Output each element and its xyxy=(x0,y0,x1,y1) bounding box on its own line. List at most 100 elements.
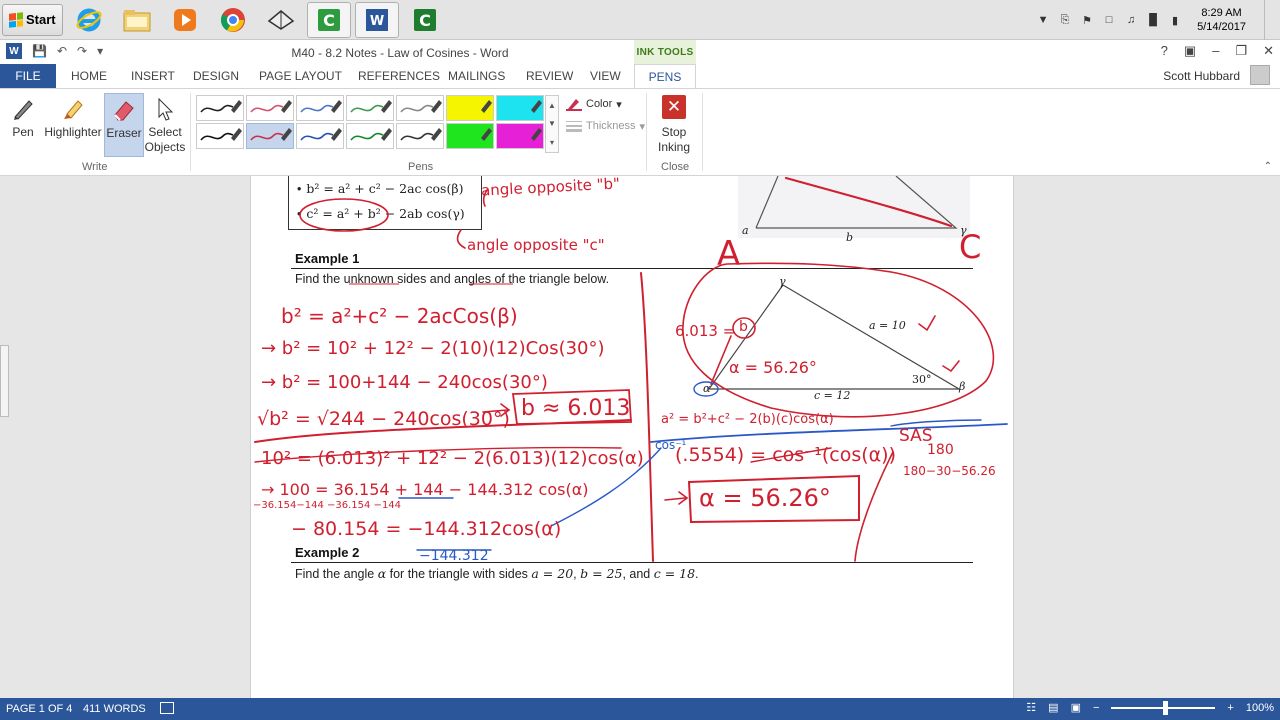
zoom-level[interactable]: 100% xyxy=(1246,702,1274,714)
clipboard-icon[interactable]: ⎘ xyxy=(1057,13,1073,27)
show-desktop-button[interactable] xyxy=(1264,0,1272,40)
pens-group-label: Pens xyxy=(408,161,434,173)
tab-view[interactable]: VIEW xyxy=(590,69,621,83)
word-count[interactable]: 411 WORDS xyxy=(83,703,146,715)
ribbon: Pen Highlighter Eraser Select Objects Wr… xyxy=(0,88,1280,176)
view-controls: ☷ ▤ ▣ − + 100% xyxy=(1026,700,1274,715)
label-b: b xyxy=(846,231,854,244)
example1-rule xyxy=(291,268,973,269)
formula-box: • b² = a² + c² − 2ac cos(β) • c² = a² + b²… xyxy=(288,176,482,230)
highlighter-icon xyxy=(44,93,102,125)
windows-taskbar: Start C W C ▼ ⎘ ⚑ □ ♫ █ ▮ 8:29 AM 5/14/2… xyxy=(0,0,1280,40)
stop-inking-button[interactable]: ✕ Stop Inking xyxy=(652,95,696,155)
eraser-icon xyxy=(105,94,143,126)
tab-design[interactable]: DESIGN xyxy=(193,69,239,83)
word-icon[interactable]: W xyxy=(354,1,399,38)
pen-swatch[interactable] xyxy=(246,95,294,121)
gallery-scroll[interactable]: ▲ ▼ ▾ xyxy=(545,95,559,153)
ink-slash xyxy=(854,451,894,562)
tab-mailings[interactable]: MAILINGS xyxy=(448,69,505,83)
zoom-out-button[interactable]: − xyxy=(1093,702,1099,714)
tab-pens[interactable]: PENS xyxy=(634,64,696,89)
thickness-dropdown[interactable]: Thickness ▾ xyxy=(566,119,645,133)
pen-swatch[interactable] xyxy=(196,95,244,121)
restore-button[interactable]: ❐ xyxy=(1235,43,1247,59)
web-layout-icon[interactable]: ▣ xyxy=(1071,701,1081,714)
example2-text: Find the angle α for the triangle with s… xyxy=(295,566,699,581)
tab-page-layout[interactable]: PAGE LAYOUT xyxy=(259,69,342,83)
ex2-alpha: α xyxy=(377,566,387,581)
gallery-up-icon[interactable]: ▲ xyxy=(548,101,556,110)
action-center-icon[interactable]: ⚑ xyxy=(1079,13,1095,27)
ink-cos-law-a: a² = b²+c² − 2(b)(c)cos(α) xyxy=(661,412,834,427)
gallery-down-icon[interactable]: ▼ xyxy=(548,119,556,128)
ink-arrow xyxy=(678,491,689,505)
pen-swatch[interactable] xyxy=(296,95,344,121)
pen-tool-button[interactable]: Pen xyxy=(1,93,45,157)
collapse-ribbon-icon[interactable]: ⌃ xyxy=(1264,161,1272,172)
ex2-b-eq: b = 25 xyxy=(580,566,623,581)
zoom-thumb[interactable] xyxy=(1163,700,1169,715)
select-objects-button[interactable]: Select Objects xyxy=(144,93,186,157)
clock[interactable]: 8:29 AM 5/14/2017 xyxy=(1197,6,1246,34)
ink-ratio: (.5554) = cos⁻¹(cos(α)) xyxy=(675,444,896,466)
pen-swatch[interactable] xyxy=(296,123,344,149)
zoom-slider[interactable] xyxy=(1111,700,1216,715)
start-button[interactable]: Start xyxy=(2,3,63,36)
pen-swatch[interactable] xyxy=(446,123,494,149)
ink-arrow xyxy=(664,497,686,501)
highlighter-tool-button[interactable]: Highlighter xyxy=(44,93,102,157)
ribbon-display-icon[interactable]: ▣ xyxy=(1184,43,1196,59)
navigation-pane-tab[interactable] xyxy=(0,345,9,417)
svg-text:C: C xyxy=(419,11,431,30)
camtasia-recorder-icon[interactable]: C xyxy=(403,2,447,38)
help-button[interactable]: ? xyxy=(1161,43,1168,59)
media-player-icon[interactable] xyxy=(163,2,207,38)
chrome-icon[interactable] xyxy=(211,2,255,38)
pen-swatch[interactable] xyxy=(346,95,394,121)
read-mode-icon[interactable]: ☷ xyxy=(1026,701,1036,714)
network-drive-icon[interactable] xyxy=(259,2,303,38)
cursor-arrow-icon xyxy=(144,93,186,125)
file-explorer-icon[interactable] xyxy=(115,2,159,38)
proofing-icon[interactable] xyxy=(160,702,174,714)
print-layout-icon[interactable]: ▤ xyxy=(1048,701,1058,714)
pen-swatch-icon xyxy=(300,128,342,141)
tab-insert[interactable]: INSERT xyxy=(131,69,175,83)
pen-swatch[interactable] xyxy=(396,95,444,121)
user-name[interactable]: Scott Hubbard xyxy=(1163,69,1240,83)
eraser-tool-button[interactable]: Eraser xyxy=(104,93,144,157)
pen-swatch[interactable] xyxy=(246,123,294,149)
pen-swatch[interactable] xyxy=(446,95,494,121)
ex1-side-c: c = 12 xyxy=(814,389,851,402)
pen-swatch[interactable] xyxy=(496,123,544,149)
tab-home[interactable]: HOME xyxy=(71,69,107,83)
pen-swatch[interactable] xyxy=(496,95,544,121)
pen-swatch[interactable] xyxy=(196,123,244,149)
pen-swatch[interactable] xyxy=(346,123,394,149)
internet-explorer-icon[interactable] xyxy=(67,2,111,38)
ink-angle-b: angle opposite "b" xyxy=(480,176,621,200)
example1-text: Find the unknown sides and angles of the… xyxy=(295,272,610,286)
gallery-more-icon[interactable]: ▾ xyxy=(550,138,554,147)
signal-icon[interactable]: █ xyxy=(1145,13,1161,27)
start-label: Start xyxy=(26,12,56,27)
color-dropdown[interactable]: Color ▾ xyxy=(566,97,622,111)
tab-review[interactable]: REVIEW xyxy=(526,69,573,83)
page-indicator[interactable]: PAGE 1 OF 4 xyxy=(6,703,72,715)
minimize-button[interactable]: – xyxy=(1212,43,1219,59)
pen-swatch[interactable] xyxy=(396,123,444,149)
camtasia-icon[interactable]: C xyxy=(306,1,351,38)
chevron-down-icon[interactable]: ▼ xyxy=(1035,13,1051,27)
close-button[interactable]: ✕ xyxy=(1263,43,1274,59)
monitor-icon[interactable]: □ xyxy=(1101,13,1117,27)
document-page[interactable]: • b² = a² + c² − 2ac cos(β) • c² = a² + b²… xyxy=(250,176,1014,698)
volume-icon[interactable]: ♫ xyxy=(1123,13,1139,27)
tab-references[interactable]: REFERENCES xyxy=(358,69,440,83)
zoom-in-button[interactable]: + xyxy=(1227,702,1233,714)
tab-file[interactable]: FILE xyxy=(0,64,56,88)
avatar[interactable] xyxy=(1250,65,1270,85)
power-icon[interactable]: ▮ xyxy=(1167,13,1183,27)
ex2-text-pre: Find the angle xyxy=(295,567,378,581)
formula-c-squared: • c² = a² + b² − 2ab cos(γ) xyxy=(297,206,465,221)
